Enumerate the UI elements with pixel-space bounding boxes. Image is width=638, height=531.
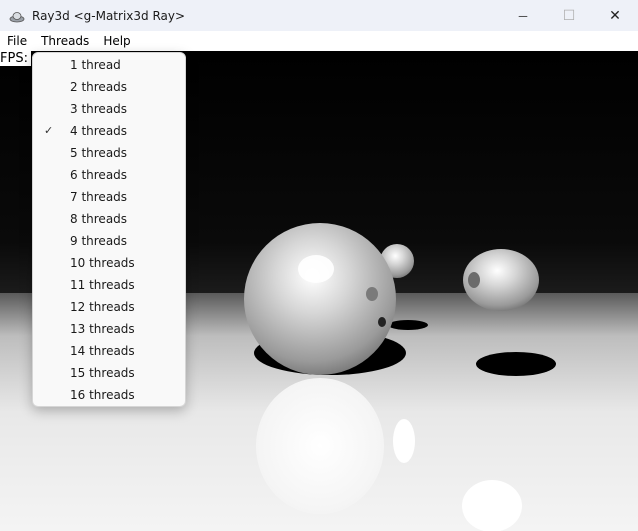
menu-item-threads[interactable]: 3 threads [33, 98, 185, 120]
menu-item-threads[interactable]: 2 threads [33, 76, 185, 98]
menu-file[interactable]: File [0, 34, 34, 48]
menu-item-threads[interactable]: 11 threads [33, 274, 185, 296]
title-bar[interactable]: Ray3d <g-Matrix3d Ray> ─ ☐ ✕ [0, 0, 638, 31]
menu-item-threads[interactable]: 6 threads [33, 164, 185, 186]
menu-threads[interactable]: Threads [34, 34, 96, 48]
checkmark-icon: ✓ [44, 124, 54, 137]
menu-item-label: 10 threads [70, 256, 135, 270]
menu-item-label: 15 threads [70, 366, 135, 380]
menu-bar: File Threads Help [0, 31, 638, 51]
menu-item-threads[interactable]: 13 threads [33, 318, 185, 340]
minimize-icon: ─ [518, 8, 528, 23]
window-title: Ray3d <g-Matrix3d Ray> [32, 8, 186, 23]
maximize-icon: ☐ [562, 7, 576, 23]
menu-item-threads[interactable]: 15 threads [33, 362, 185, 384]
menu-item-label: 6 threads [70, 168, 128, 182]
maximize-button[interactable]: ☐ [546, 0, 592, 31]
menu-item-threads[interactable]: 12 threads [33, 296, 185, 318]
menu-item-label: 8 threads [70, 212, 128, 226]
threads-dropdown-menu: 1 thread 2 threads 3 threads ✓ 4 threads 5 th… [32, 52, 186, 407]
menu-item-threads[interactable]: 5 threads [33, 142, 185, 164]
menu-item-threads[interactable]: 1 thread [33, 54, 185, 76]
close-button[interactable]: ✕ [592, 0, 638, 31]
menu-item-label: 9 threads [70, 234, 128, 248]
menu-item-label: 7 threads [70, 190, 128, 204]
menu-item-label: 11 threads [70, 278, 135, 292]
menu-item-threads[interactable]: 8 threads [33, 208, 185, 230]
menu-item-label: 2 threads [70, 80, 128, 94]
menu-help[interactable]: Help [96, 34, 137, 48]
menu-item-threads[interactable]: 10 threads [33, 252, 185, 274]
menu-item-label: 4 threads [70, 124, 128, 138]
menu-item-label: 1 thread [70, 58, 121, 72]
menu-item-threads[interactable]: 16 threads [33, 384, 185, 406]
menu-item-label: 14 threads [70, 344, 135, 358]
app-icon [9, 10, 25, 22]
menu-item-threads[interactable]: 7 threads [33, 186, 185, 208]
close-icon: ✕ [609, 7, 621, 23]
menu-item-label: 3 threads [70, 102, 128, 116]
menu-item-label: 13 threads [70, 322, 135, 336]
menu-item-label: 12 threads [70, 300, 135, 314]
minimize-button[interactable]: ─ [500, 0, 546, 31]
menu-item-threads[interactable]: 14 threads [33, 340, 185, 362]
menu-item-threads[interactable]: 9 threads [33, 230, 185, 252]
menu-item-label: 16 threads [70, 388, 135, 402]
menu-item-label: 5 threads [70, 146, 128, 160]
fps-counter: FPS: [0, 51, 31, 66]
menu-item-threads[interactable]: ✓ 4 threads [33, 120, 185, 142]
